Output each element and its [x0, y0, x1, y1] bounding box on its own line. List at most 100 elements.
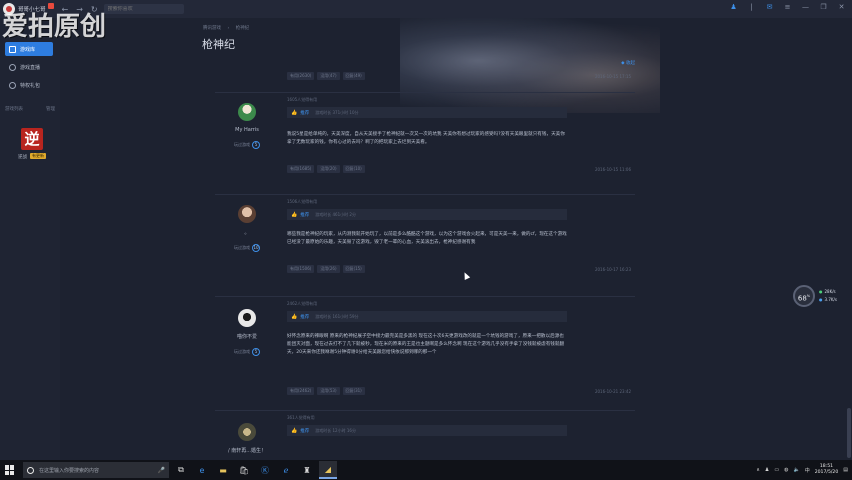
- task-view-icon[interactable]: ⧉: [172, 461, 190, 479]
- thumbs-up-icon: 👍: [291, 427, 298, 434]
- useless-button[interactable]: 没用(53): [317, 387, 340, 395]
- recommend-bar: 👍 推荐 游戏时长 161小时 59分: [287, 311, 567, 322]
- battery-icon[interactable]: ▭: [774, 467, 779, 473]
- microphone-icon[interactable]: 🎤: [158, 467, 165, 474]
- useless-button[interactable]: 没用(47): [317, 72, 340, 80]
- reply-button[interactable]: 回复(10): [342, 165, 365, 173]
- app-name: 哥哥小七哥: [18, 7, 46, 13]
- avatar[interactable]: [238, 423, 256, 441]
- notification-icon[interactable]: ▤: [843, 467, 848, 473]
- useful-button[interactable]: 有用(2630): [287, 72, 315, 80]
- collapse-label: 收起: [626, 61, 635, 66]
- file-explorer-icon[interactable]: ▬: [214, 461, 232, 479]
- sidebar: 游戏库 游戏直播 特权礼包 游戏列表 管理 逆 逆战 有更新: [0, 18, 60, 460]
- sidebar-item-gift[interactable]: 特权礼包: [5, 78, 53, 92]
- review-text: 哪些我是枪神纪的玩家，从内测我就开始玩了，以前是多么酷酷这个游戏，以为这个游戏会…: [287, 232, 567, 245]
- played-games: 玩过游戏 10: [225, 244, 269, 252]
- useless-button[interactable]: 没用(20): [317, 165, 340, 173]
- breadcrumb-item[interactable]: 枪神纪: [236, 26, 250, 31]
- timestamp: 2016-10-15 11:06: [594, 167, 631, 172]
- windows-start-icon[interactable]: [5, 465, 15, 475]
- useful-button[interactable]: 有用(1506): [287, 265, 315, 273]
- close-icon[interactable]: ✕: [837, 3, 846, 12]
- username[interactable]: / 南轩再...婚生！: [225, 447, 269, 454]
- played-count: 10: [252, 244, 260, 252]
- review-text: 我说5星是给单纯的，天美深度，自从天美接手了枪神纪就一次又一次的坑我 天美你有想…: [287, 132, 565, 145]
- download-speed: 3.7K/s: [819, 297, 837, 302]
- reply-button[interactable]: 回复(31): [342, 387, 365, 395]
- upload-speed: 28K/s: [819, 289, 836, 294]
- minimize-icon[interactable]: —: [801, 3, 810, 12]
- store-icon[interactable]: 🛍: [235, 461, 253, 479]
- recommend-label: 推荐: [300, 314, 310, 320]
- recommend-bar: 👍 推荐 游戏时长 371小时 10分: [287, 107, 567, 118]
- refresh-button[interactable]: ↻: [91, 5, 98, 14]
- tray-people-icon[interactable]: ♟: [765, 467, 769, 473]
- reply-button[interactable]: 回复(49): [342, 72, 365, 80]
- review-item: / 南轩再...婚生！ 361人觉得有用 👍 推荐 游戏时长 12小时 16分: [215, 410, 635, 460]
- taskbar: 在这里输入你要搜索的内容 🎤 ⧉ e ▬ 🛍 Ⓚ ℯ ♜ ◢ ∧ ♟ ▭ ◍ 🔈…: [0, 460, 852, 480]
- avatar[interactable]: [238, 205, 256, 223]
- timestamp: 2016-10-15 17:15: [594, 74, 631, 79]
- restore-icon[interactable]: ❐: [819, 3, 828, 12]
- app-k-icon[interactable]: Ⓚ: [256, 461, 274, 479]
- review-item: My Harris 玩过游戏 5 1605人觉得有用 👍 推荐 游戏时长 371…: [215, 92, 635, 192]
- ime-indicator[interactable]: 中: [805, 467, 810, 474]
- played-count: 5: [252, 348, 260, 356]
- avatar[interactable]: [238, 103, 256, 121]
- game-name[interactable]: 逆战: [18, 154, 27, 160]
- recommend-bar: 👍 推荐 游戏时长 461小时 2分: [287, 209, 567, 220]
- username[interactable]: 喵你不爱: [225, 333, 269, 340]
- user-icon[interactable]: ♟: [729, 3, 738, 12]
- edge-browser-icon[interactable]: e: [193, 461, 211, 479]
- sidebar-item-game-library[interactable]: 游戏库: [5, 42, 53, 56]
- sidebar-item-live[interactable]: 游戏直播: [5, 60, 53, 74]
- taskbar-search-placeholder: 在这里输入你要搜索的内容: [39, 467, 100, 474]
- scrollbar-thumb[interactable]: [847, 408, 851, 458]
- sidebar-item-label: 游戏直播: [20, 64, 41, 71]
- menu-icon[interactable]: ≡: [783, 3, 792, 12]
- forward-button[interactable]: →: [76, 5, 83, 14]
- search-box[interactable]: [103, 4, 184, 14]
- useful-button[interactable]: 有用(2462): [287, 387, 315, 395]
- search-input[interactable]: [107, 6, 178, 12]
- usage-unit: %: [806, 294, 811, 298]
- user-info: 喵你不爱 玩过游戏 5: [225, 309, 269, 356]
- mail-icon[interactable]: ✉: [765, 3, 774, 12]
- review-item: 。 玩过游戏 10 1506人觉得有用 👍 推荐 游戏时长 461小时 2分 哪…: [215, 194, 635, 294]
- username[interactable]: 。: [225, 229, 269, 236]
- breadcrumb-item[interactable]: 腾讯游戏: [203, 26, 221, 31]
- collapse-button[interactable]: ◆ 收起: [621, 60, 635, 66]
- tray-up-arrow-icon[interactable]: ∧: [756, 467, 760, 473]
- game-icon-nizhan[interactable]: 逆: [21, 128, 43, 150]
- gift-icon: [9, 81, 16, 89]
- useful-button[interactable]: 有用(1685): [287, 165, 315, 173]
- tencent-game-icon[interactable]: ◢: [319, 461, 337, 479]
- network-icon[interactable]: ◍: [784, 467, 788, 473]
- back-button[interactable]: ←: [62, 5, 69, 14]
- scrollbar[interactable]: [847, 36, 851, 460]
- played-label: 玩过游戏: [234, 349, 250, 354]
- review-item: 喵你不爱 玩过游戏 5 2462人觉得有用 👍 推荐 游戏时长 161小时 59…: [215, 296, 635, 408]
- game-app-icon[interactable]: ♜: [298, 461, 316, 479]
- volume-icon[interactable]: 🔈: [793, 467, 799, 473]
- manage-button[interactable]: 管理: [46, 106, 55, 112]
- window-controls: ♟ | ✉ ≡ — ❐ ✕: [729, 3, 846, 12]
- avatar[interactable]: [238, 309, 256, 327]
- recommend-label: 推荐: [300, 110, 310, 116]
- library-icon: [9, 45, 16, 53]
- user-info: 。 玩过游戏 10: [225, 205, 269, 252]
- recommend-label: 推荐: [300, 428, 310, 434]
- taskbar-search[interactable]: 在这里输入你要搜索的内容 🎤: [23, 462, 169, 478]
- useless-button[interactable]: 没用(26): [317, 265, 340, 273]
- network-monitor[interactable]: 68% 28K/s 3.7K/s: [793, 285, 843, 307]
- ie-browser-icon[interactable]: ℯ: [277, 461, 295, 479]
- reply-button[interactable]: 回复(15): [342, 265, 365, 273]
- username[interactable]: My Harris: [225, 127, 269, 133]
- action-row: 有用(2630) 没用(47) 回复(49): [287, 72, 365, 80]
- app-logo-icon[interactable]: [3, 3, 15, 15]
- clock-date: 2017/5/20: [814, 470, 839, 475]
- system-tray: ∧ ♟ ▭ ◍ 🔈 中 18:51 2017/5/20 ▤: [756, 460, 848, 480]
- page-title: 枪神纪: [202, 38, 235, 51]
- clock[interactable]: 18:51 2017/5/20: [815, 464, 839, 476]
